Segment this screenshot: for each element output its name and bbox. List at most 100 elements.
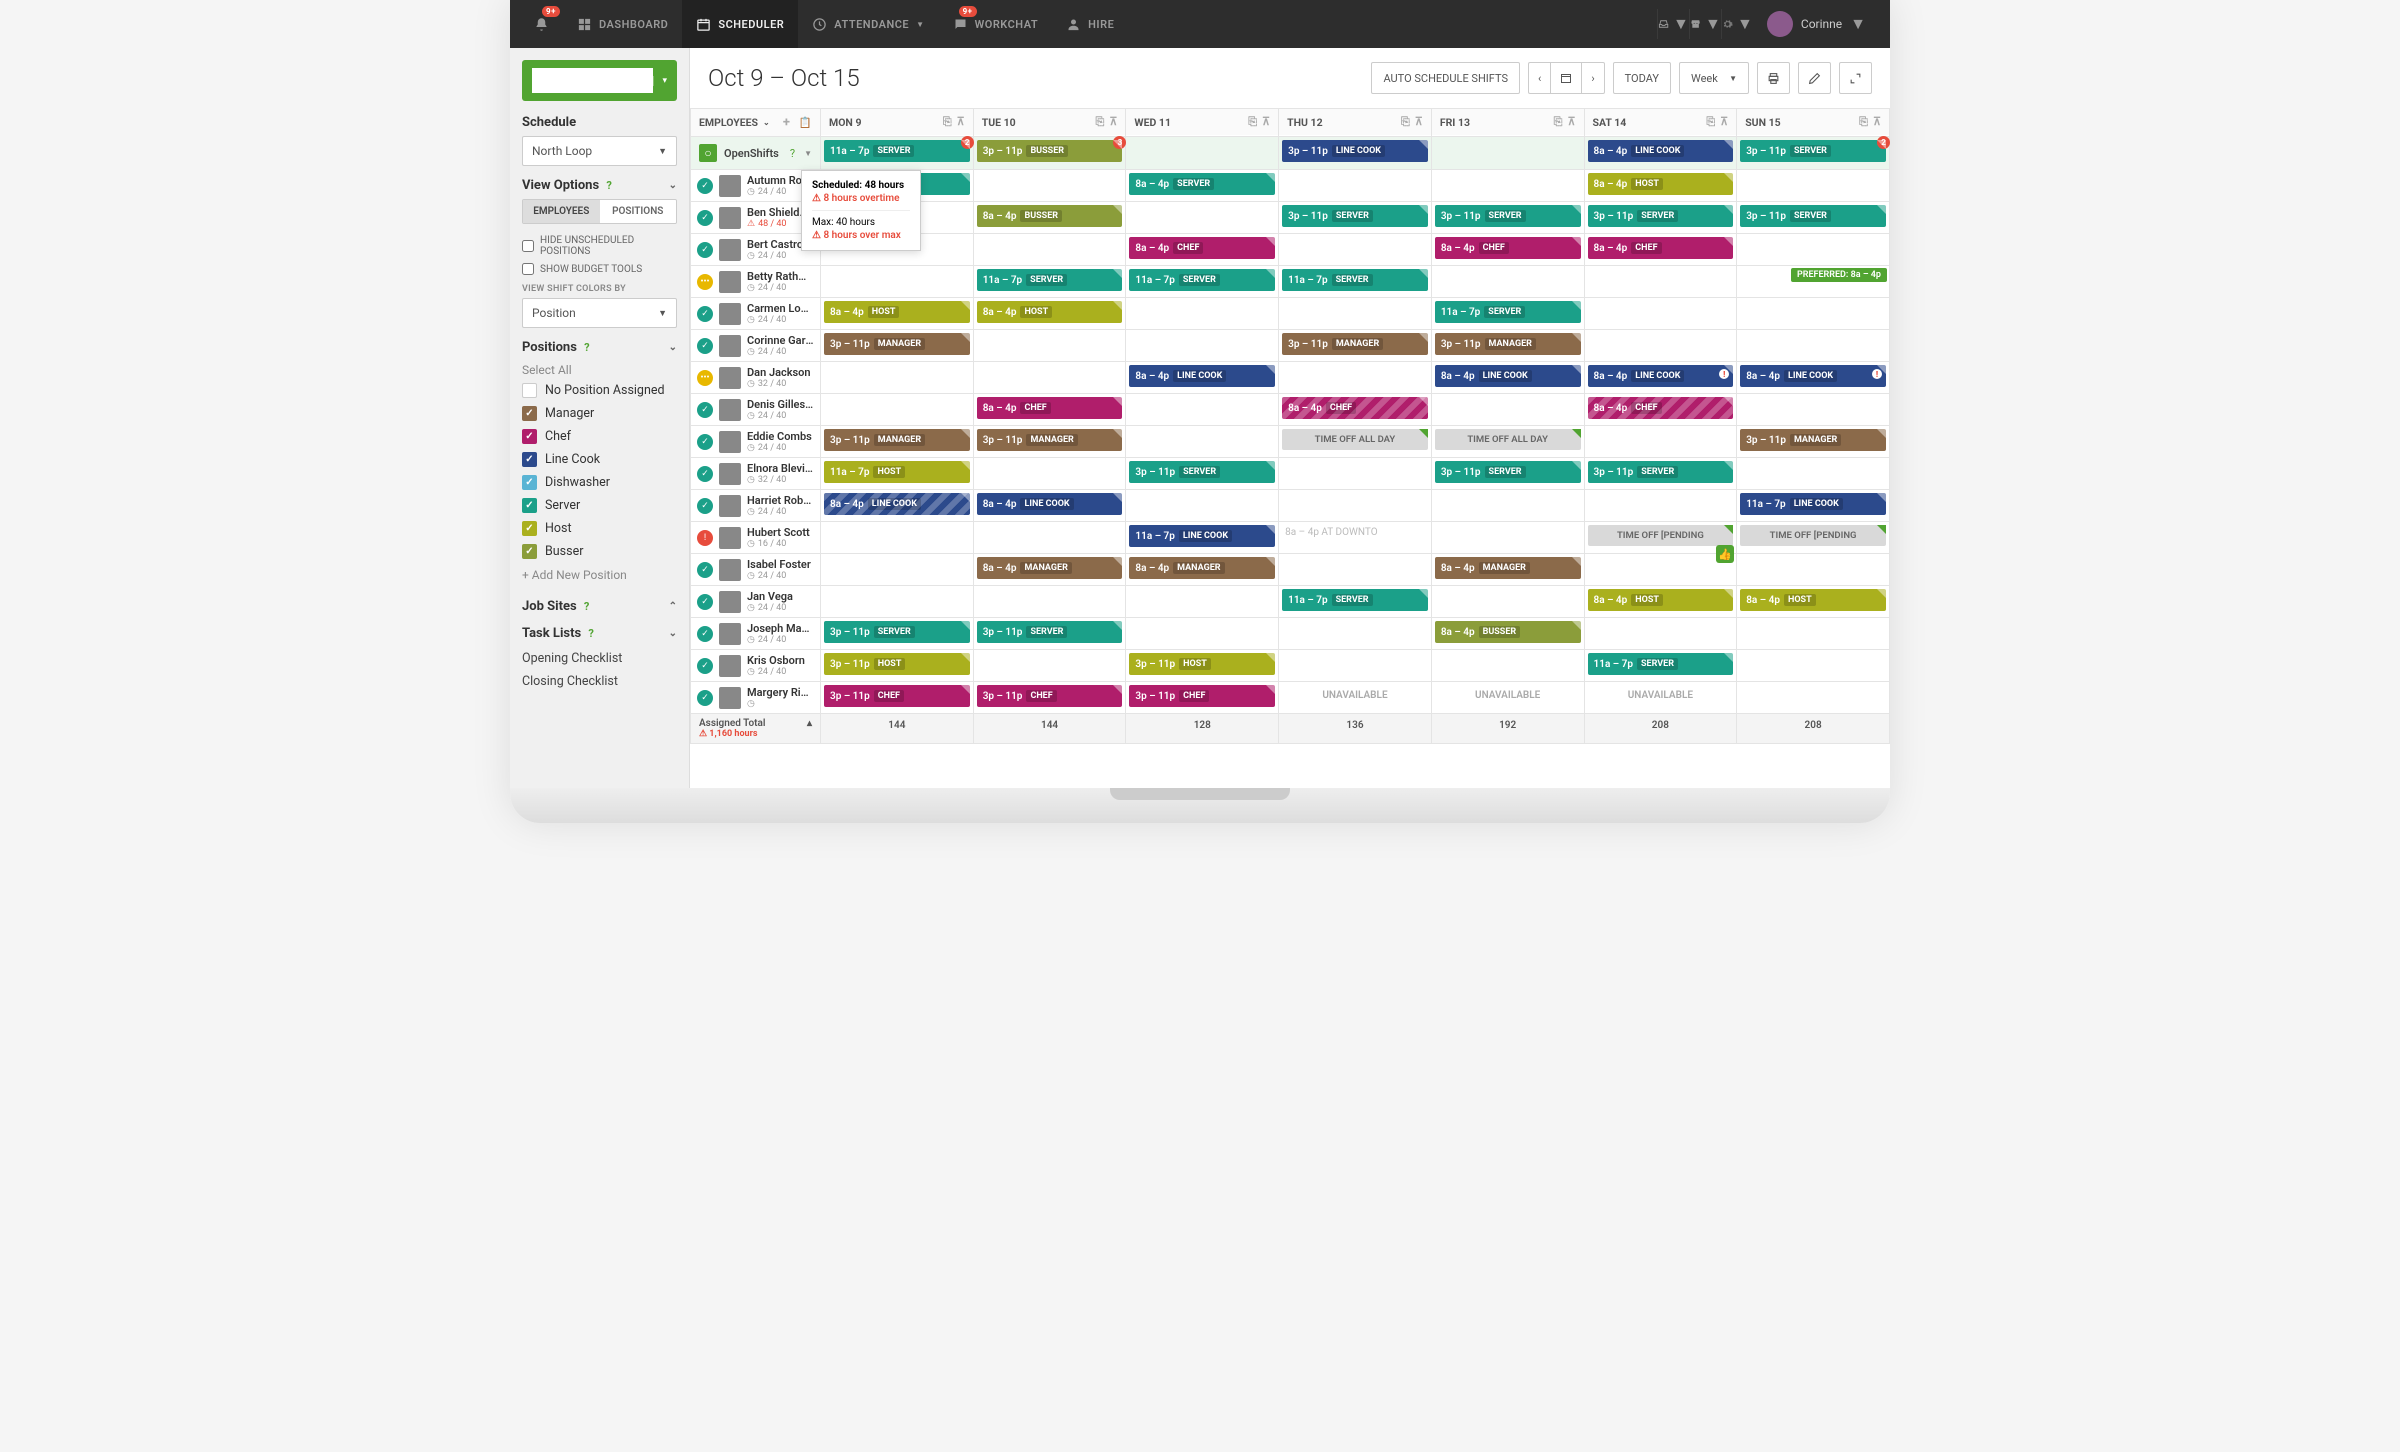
shift-block[interactable]: 3p – 11pSERVER	[1588, 205, 1734, 227]
employee-cell[interactable]: ✓Elnora Blevins◷ 32 / 40	[691, 458, 820, 489]
pin-icon[interactable]: ⊼	[1567, 115, 1575, 129]
help-icon[interactable]: ?	[584, 341, 589, 354]
shift-block[interactable]: 8a – 4pLINE COOK	[977, 493, 1123, 515]
location-button[interactable]: ▼	[1689, 9, 1721, 39]
help-icon[interactable]: ?	[606, 179, 611, 192]
settings-button[interactable]: ▼	[1721, 9, 1753, 39]
shift-block[interactable]: 11a – 7pSERVER2	[824, 140, 970, 162]
position-item[interactable]: ✓Host	[522, 517, 677, 540]
employee-cell[interactable]: ✓Carmen Lowe◷ 24 / 40	[691, 298, 820, 329]
shift-block[interactable]: 3p – 11pSERVER	[1435, 461, 1581, 483]
employee-cell[interactable]: ✓Margery Richa...◷	[691, 682, 820, 713]
nav-scheduler[interactable]: SCHEDULER	[682, 0, 798, 48]
shift-block[interactable]: 11a – 7pSERVER	[977, 269, 1123, 291]
nav-workchat[interactable]: WORKCHAT 9+	[939, 0, 1053, 48]
shift-block[interactable]: 3p – 11pMANAGER	[824, 333, 970, 355]
shift-block[interactable]: 11a – 7pSERVER	[1588, 653, 1734, 675]
shift-block[interactable]: 8a – 4pLINE COOK	[1129, 365, 1275, 387]
shift-block[interactable]: 11a – 7pHOST	[824, 461, 970, 483]
shift-block[interactable]: 11a – 7pLINE COOK	[1129, 525, 1275, 547]
shift-block[interactable]: 8a – 4pCHEF	[1588, 397, 1734, 419]
shift-block[interactable]: 8a – 4pBUSSER	[1435, 621, 1581, 643]
help-icon[interactable]: ?	[790, 147, 795, 160]
toggle-positions[interactable]: POSITIONS	[600, 200, 677, 223]
view-mode-select[interactable]: Week ▼	[1679, 62, 1749, 94]
task-link[interactable]: Closing Checklist	[522, 670, 677, 693]
copy-day-icon[interactable]: ⎘	[1859, 115, 1868, 129]
inbox-button[interactable]: ▼	[1657, 9, 1689, 39]
nav-dashboard[interactable]: DASHBOARD	[563, 0, 682, 48]
next-button[interactable]: ›	[1581, 62, 1604, 94]
employee-cell[interactable]: •••Betty Rathmen◷ 24 / 40	[691, 266, 820, 297]
shift-block[interactable]: 3p – 11pMANAGER	[824, 429, 970, 451]
employee-cell[interactable]: ✓Harriet Roberts◷ 24 / 40	[691, 490, 820, 521]
copy-day-icon[interactable]: ⎘	[1706, 115, 1715, 129]
nav-hire[interactable]: HIRE	[1052, 0, 1128, 48]
help-icon[interactable]: ?	[588, 627, 593, 640]
add-employee-button[interactable]: +	[783, 115, 790, 130]
shift-block[interactable]: 8a – 4pCHEF	[1588, 237, 1734, 259]
timeoff-block[interactable]: TIME OFF [PENDING	[1740, 525, 1886, 546]
shift-block[interactable]: 3p – 11pMANAGER	[1282, 333, 1428, 355]
shift-block[interactable]: 3p – 11pBUSSER3	[977, 140, 1123, 162]
pin-icon[interactable]: ⊼	[1109, 115, 1117, 129]
employee-cell[interactable]: ✓Isabel Foster◷ 24 / 40	[691, 554, 820, 585]
shift-block[interactable]: 3p – 11pMANAGER	[977, 429, 1123, 451]
copy-day-icon[interactable]: ⎘	[1554, 115, 1563, 129]
shift-block[interactable]: 8a – 4pLINE COOK	[824, 493, 970, 515]
thumbsup-icon[interactable]: 👍	[1716, 545, 1734, 563]
notifications-button[interactable]: 9+	[520, 0, 563, 48]
shift-block[interactable]: 3p – 11pSERVER	[824, 621, 970, 643]
prev-button[interactable]: ‹	[1528, 62, 1550, 94]
shift-block[interactable]: 8a – 4pSERVER	[1129, 173, 1275, 195]
shift-block[interactable]: 8a – 4pMANAGER	[977, 557, 1123, 579]
shift-block[interactable]: 8a – 4pLINE COOK	[1588, 140, 1734, 162]
select-all-link[interactable]: Select All	[522, 361, 677, 379]
print-button[interactable]	[1757, 62, 1790, 94]
nav-attendance[interactable]: ATTENDANCE ▼	[798, 0, 938, 48]
shift-block[interactable]: 3p – 11pSERVER	[1435, 205, 1581, 227]
shift-block[interactable]: 3p – 11pCHEF	[1129, 685, 1275, 707]
assigned-total-cell[interactable]: Assigned Total ▴⚠ 1,160 hours	[691, 714, 821, 744]
employees-header[interactable]: EMPLOYEES ⌄+📋	[691, 109, 820, 136]
employee-cell[interactable]: ✓Kris Osborn◷ 24 / 40	[691, 650, 820, 681]
view-options-heading[interactable]: View Options ? ⌄	[522, 178, 677, 193]
shift-block[interactable]: 11a – 7pLINE COOK	[1740, 493, 1886, 515]
shift-block[interactable]: 8a – 4pLINE COOK	[1435, 365, 1581, 387]
shift-block[interactable]: 3p – 11pSERVER	[1588, 461, 1734, 483]
shift-block[interactable]: 11a – 7pSERVER	[1129, 269, 1275, 291]
task-link[interactable]: Opening Checklist	[522, 647, 677, 670]
shift-block[interactable]: 3p – 11pSERVER	[1129, 461, 1275, 483]
shift-block[interactable]: 3p – 11pMANAGER	[1435, 333, 1581, 355]
shift-block[interactable]: 8a – 4pCHEF	[1282, 397, 1428, 419]
pin-icon[interactable]: ⊼	[957, 115, 965, 129]
copy-day-icon[interactable]: ⎘	[1401, 115, 1410, 129]
shift-block[interactable]: 3p – 11pCHEF	[824, 685, 970, 707]
shift-block[interactable]: 8a – 4pLINE COOK	[1740, 365, 1886, 387]
pin-icon[interactable]: ⊼	[1262, 115, 1270, 129]
shift-block[interactable]: 8a – 4pCHEF	[1435, 237, 1581, 259]
position-item[interactable]: No Position Assigned	[522, 379, 677, 402]
timeoff-block[interactable]: TIME OFF ALL DAY	[1435, 429, 1581, 450]
shift-block[interactable]: 3p – 11pSERVER	[977, 621, 1123, 643]
show-budget-checkbox[interactable]: SHOW BUDGET TOOLS	[522, 260, 677, 278]
color-by-select[interactable]: Position ▼	[522, 298, 677, 328]
tasklists-heading[interactable]: Task Lists ? ⌄	[522, 626, 677, 641]
position-item[interactable]: ✓Chef	[522, 425, 677, 448]
position-item[interactable]: ✓Manager	[522, 402, 677, 425]
positions-heading[interactable]: Positions ? ⌄	[522, 340, 677, 355]
schedule-select[interactable]: North Loop ▼	[522, 136, 677, 166]
shift-block[interactable]: 11a – 7pSERVER	[1282, 269, 1428, 291]
publish-button[interactable]: PUBLISH & NOTIFY ENTIRE SCHEDULE ▾	[522, 60, 677, 101]
toggle-employees[interactable]: EMPLOYEES	[523, 200, 600, 223]
user-menu[interactable]: Corinne ▼	[1753, 11, 1880, 37]
jobsites-heading[interactable]: Job Sites ? ⌃	[522, 599, 677, 614]
shift-block[interactable]: 3p – 11pHOST	[824, 653, 970, 675]
pin-icon[interactable]: ⊼	[1720, 115, 1728, 129]
copy-day-icon[interactable]: ⎘	[1096, 115, 1105, 129]
timeoff-block[interactable]: TIME OFF [PENDING	[1588, 525, 1734, 546]
shift-block[interactable]: 8a – 4pHOST	[824, 301, 970, 323]
fullscreen-button[interactable]	[1839, 62, 1872, 94]
shift-block[interactable]: 3p – 11pHOST	[1129, 653, 1275, 675]
shift-block[interactable]: 3p – 11pCHEF	[977, 685, 1123, 707]
